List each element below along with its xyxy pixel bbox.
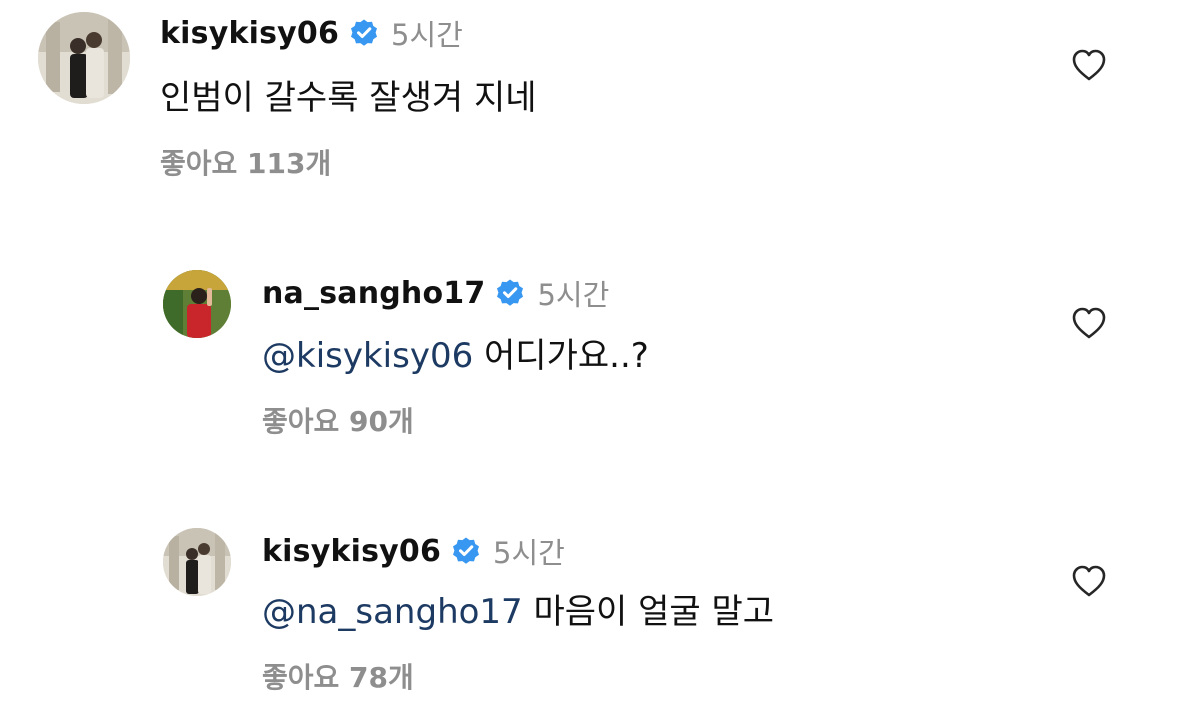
reply-item: kisykisy06 5시간 @na_sangho17 마음이 얼굴 말고 좋아… bbox=[0, 518, 1179, 723]
avatar[interactable] bbox=[163, 270, 231, 338]
comment-body: 어디가요..? bbox=[484, 336, 649, 376]
avatar[interactable] bbox=[38, 12, 130, 104]
comment-body: 마음이 얼굴 말고 bbox=[533, 592, 775, 632]
verified-badge-icon bbox=[451, 536, 481, 566]
reply-item: na_sangho17 5시간 @kisykisy06 어디가요..? 좋아요 … bbox=[0, 260, 1179, 470]
comment-text: @kisykisy06 어디가요..? bbox=[262, 328, 649, 377]
verified-badge-icon bbox=[349, 18, 379, 48]
likes-count[interactable]: 좋아요 78개 bbox=[262, 656, 414, 696]
heart-outline-icon[interactable] bbox=[1071, 564, 1107, 598]
mention-link[interactable]: @kisykisy06 bbox=[262, 336, 473, 376]
heart-outline-icon[interactable] bbox=[1071, 306, 1107, 340]
heart-outline-icon[interactable] bbox=[1071, 48, 1107, 82]
verified-badge-icon bbox=[495, 278, 525, 308]
comment-text: @na_sangho17 마음이 얼굴 말고 bbox=[262, 584, 774, 633]
likes-count[interactable]: 좋아요 90개 bbox=[262, 400, 414, 440]
avatar[interactable] bbox=[163, 528, 231, 596]
username[interactable]: kisykisy06 bbox=[262, 534, 441, 569]
comment-time: 5시간 bbox=[391, 18, 463, 52]
comment-time: 5시간 bbox=[537, 278, 610, 312]
comment-time: 5시간 bbox=[493, 536, 565, 570]
username[interactable]: kisykisy06 bbox=[160, 16, 339, 51]
likes-count[interactable]: 좋아요 113개 bbox=[160, 142, 331, 182]
username[interactable]: na_sangho17 bbox=[262, 276, 485, 311]
comment-body: 인범이 갈수록 잘생겨 지네 bbox=[160, 78, 537, 118]
mention-link[interactable]: @na_sangho17 bbox=[262, 592, 523, 632]
comment-text: 인범이 갈수록 잘생겨 지네 bbox=[160, 70, 537, 119]
comment-item: kisykisy06 5시간 인범이 갈수록 잘생겨 지네 좋아요 113개 bbox=[0, 0, 1179, 230]
